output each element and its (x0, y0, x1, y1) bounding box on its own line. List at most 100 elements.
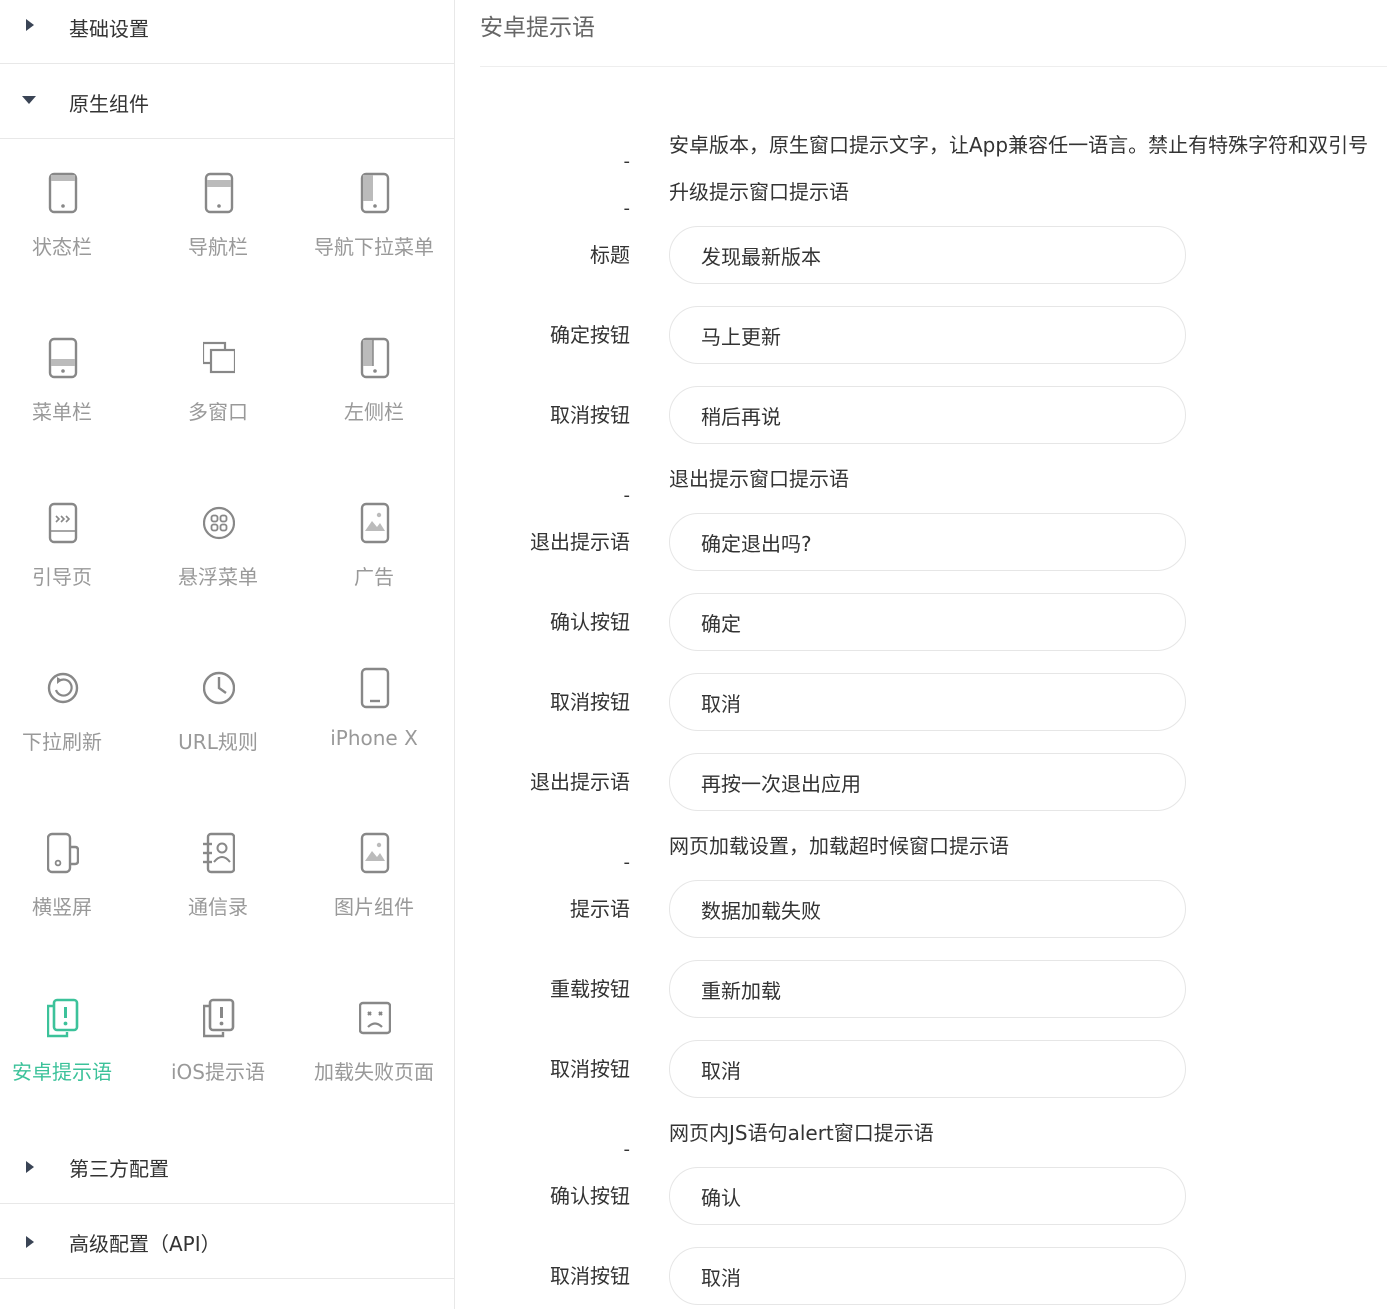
contacts-icon (203, 832, 235, 874)
component-label: URL规则 (178, 730, 258, 754)
component-guide-page[interactable]: 引导页 (0, 469, 138, 634)
exit-cancel-input[interactable] (669, 673, 1186, 731)
caret-right-icon (26, 19, 34, 31)
component-pull-refresh[interactable]: 下拉刷新 (0, 634, 138, 799)
floating-menu-icon (203, 506, 235, 540)
component-label: 悬浮菜单 (178, 565, 258, 589)
group-marker: - (623, 198, 631, 219)
component-ios-prompt[interactable]: iOS提示语 (142, 964, 294, 1129)
advertisement-icon (360, 502, 390, 544)
component-screen-orientation[interactable]: 横竖屏 (0, 799, 138, 964)
field-label: 退出提示语 (530, 770, 630, 794)
component-label: 引导页 (32, 565, 92, 589)
section-native-components[interactable]: 原生组件 (0, 65, 455, 139)
group-marker: - (623, 1139, 631, 1160)
caret-right-icon (26, 1161, 34, 1173)
caret-right-icon (26, 1236, 34, 1248)
load-cancel-input[interactable] (669, 1040, 1186, 1098)
component-image[interactable]: 图片组件 (298, 799, 450, 964)
screen-orientation-icon (47, 832, 79, 874)
exit-toast-input[interactable] (669, 753, 1186, 811)
section-basic-settings[interactable]: 基础设置 (0, 0, 455, 64)
upgrade-title-input[interactable] (669, 226, 1186, 284)
component-multi-window[interactable]: 多窗口 (142, 304, 294, 469)
field-label: 取消按钮 (550, 690, 630, 714)
field-label: 取消按钮 (550, 1264, 630, 1288)
field-label: 确认按钮 (550, 610, 630, 634)
menu-bar-icon (48, 337, 78, 379)
alert-cancel-input[interactable] (669, 1247, 1186, 1305)
load-fail-page-icon (359, 1001, 391, 1035)
component-label: 加载失败页面 (314, 1060, 434, 1084)
component-label: 图片组件 (334, 895, 414, 919)
field-label: 确认按钮 (550, 1184, 630, 1208)
field-label: 取消按钮 (550, 1057, 630, 1081)
image-component-icon (360, 832, 390, 874)
field-label: 提示语 (570, 897, 630, 921)
nav-dropdown-icon (360, 172, 390, 214)
status-bar-icon (48, 172, 78, 214)
component-contacts[interactable]: 通信录 (142, 799, 294, 964)
component-label: 广告 (354, 565, 394, 589)
main-panel: 安卓提示语 - 安卓版本，原生窗口提示文字，让App兼容任一语言。禁止有特殊字符… (480, 0, 1387, 1309)
field-label: 标题 (590, 243, 630, 267)
android-prompt-icon (47, 998, 79, 1038)
component-label: 状态栏 (32, 235, 92, 259)
group-marker: - (623, 485, 631, 506)
upgrade-cancel-input[interactable] (669, 386, 1186, 444)
component-label: 下拉刷新 (22, 730, 102, 754)
section-advanced[interactable]: 高级配置（API） (0, 1205, 455, 1279)
component-label: 菜单栏 (32, 400, 92, 424)
section-label: 高级配置（API） (69, 1232, 221, 1256)
exit-confirm-input[interactable] (669, 593, 1186, 651)
page-title: 安卓提示语 (480, 0, 1387, 67)
component-label: 左侧栏 (344, 400, 404, 424)
component-label: 多窗口 (188, 400, 248, 424)
component-nav-dropdown[interactable]: 导航下拉菜单 (298, 139, 450, 304)
field-label: 退出提示语 (530, 530, 630, 554)
component-navigation-bar[interactable]: 导航栏 (142, 139, 294, 304)
exit-prompt-input[interactable] (669, 513, 1186, 571)
ios-prompt-icon (203, 998, 235, 1038)
component-label: 安卓提示语 (12, 1060, 112, 1084)
section-third-party[interactable]: 第三方配置 (0, 1130, 455, 1204)
group-heading-alert: 网页内JS语句alert窗口提示语 (669, 1121, 934, 1145)
multi-window-icon (203, 341, 235, 374)
group-heading-loading: 网页加载设置，加载超时候窗口提示语 (669, 834, 1009, 858)
caret-down-icon (22, 96, 36, 104)
component-advertisement[interactable]: 广告 (298, 469, 450, 634)
component-label: iPhone X (330, 726, 418, 750)
component-label: 导航栏 (188, 235, 248, 259)
component-status-bar[interactable]: 状态栏 (0, 139, 138, 304)
field-label: 重载按钮 (550, 977, 630, 1001)
section-label: 基础设置 (69, 17, 149, 41)
component-load-fail-page[interactable]: 加载失败页面 (298, 964, 450, 1129)
alert-confirm-input[interactable] (669, 1167, 1186, 1225)
component-label: 导航下拉菜单 (314, 235, 434, 259)
pull-refresh-icon (47, 672, 79, 704)
iphone-x-icon (360, 667, 390, 709)
navigation-bar-icon (204, 172, 234, 214)
left-sidebar-icon (360, 337, 390, 379)
load-prompt-input[interactable] (669, 880, 1186, 938)
load-reload-input[interactable] (669, 960, 1186, 1018)
component-label: 横竖屏 (32, 895, 92, 919)
group-heading-upgrade: 升级提示窗口提示语 (669, 180, 849, 204)
section-label: 第三方配置 (69, 1157, 169, 1181)
intro-description: 安卓版本，原生窗口提示文字，让App兼容任一语言。禁止有特殊字符和双引号 (669, 133, 1369, 157)
component-left-sidebar[interactable]: 左侧栏 (298, 304, 450, 469)
component-floating-menu[interactable]: 悬浮菜单 (142, 469, 294, 634)
group-heading-exit: 退出提示窗口提示语 (669, 467, 849, 491)
component-label: 通信录 (188, 895, 248, 919)
component-menu-bar[interactable]: 菜单栏 (0, 304, 138, 469)
component-url-rules[interactable]: URL规则 (142, 634, 294, 799)
upgrade-confirm-input[interactable] (669, 306, 1186, 364)
field-label: 取消按钮 (550, 403, 630, 427)
component-android-prompt[interactable]: 安卓提示语 (0, 964, 138, 1129)
component-iphone-x[interactable]: iPhone X (298, 634, 450, 799)
url-rules-icon (203, 671, 235, 705)
group-marker: - (623, 852, 631, 873)
sidebar: 基础设置 原生组件 状态栏 导航栏 导航下拉菜单 菜单栏 多窗口 左侧栏 引导页… (0, 0, 455, 1309)
component-grid: 状态栏 导航栏 导航下拉菜单 菜单栏 多窗口 左侧栏 引导页 悬浮菜单 广告 下… (0, 139, 455, 1129)
group-marker: - (623, 151, 631, 172)
